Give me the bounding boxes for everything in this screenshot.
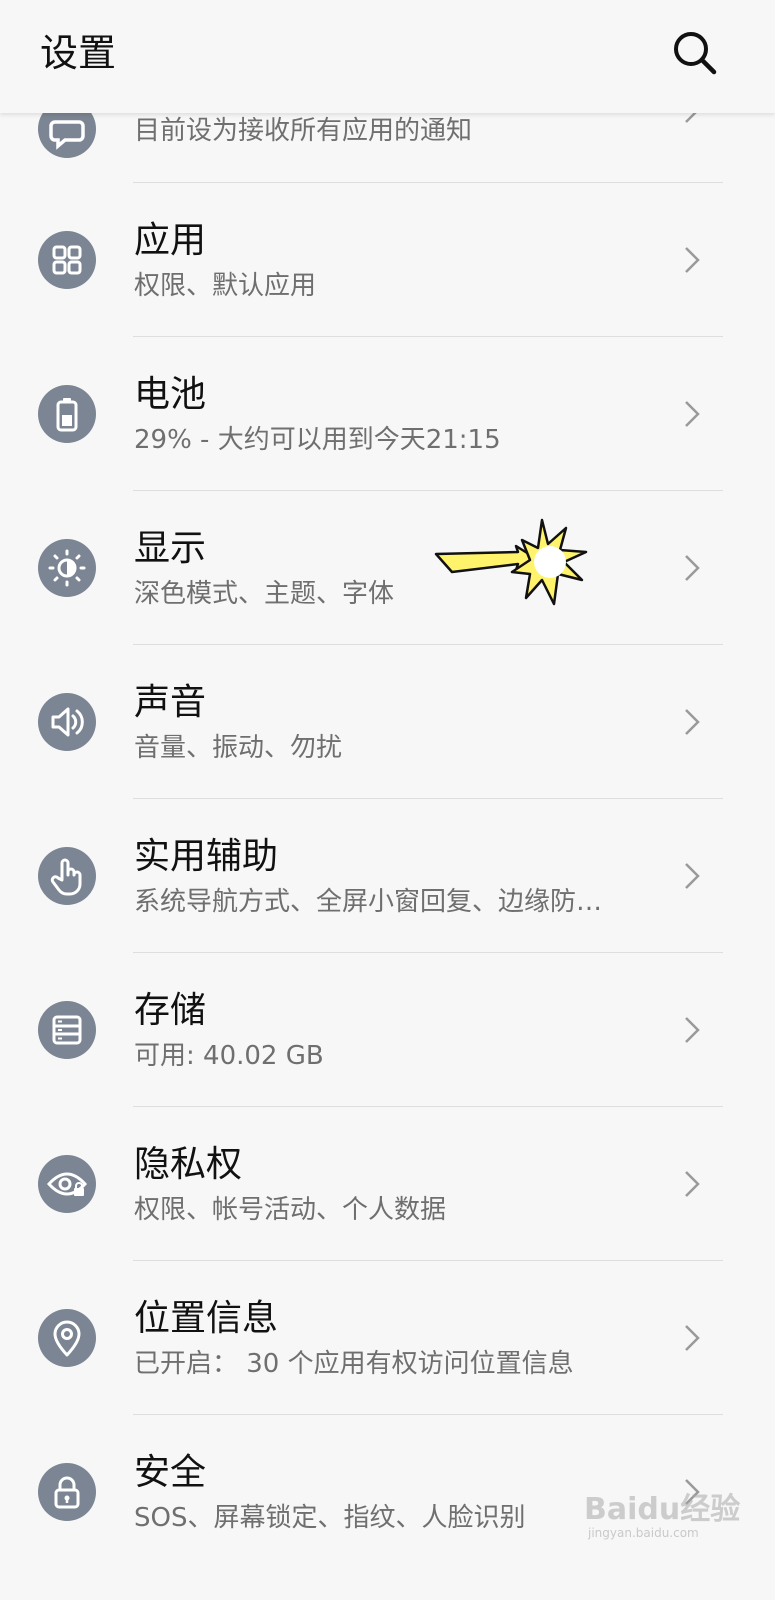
item-title: 声音 bbox=[134, 682, 207, 723]
watermark-text: Baidu经验 bbox=[584, 1492, 741, 1527]
brightness-icon bbox=[38, 539, 96, 597]
battery-icon bbox=[38, 385, 96, 443]
hand-pointer-icon bbox=[38, 847, 96, 905]
item-title: 应用 bbox=[134, 220, 207, 261]
watermark-url: jingyan.baidu.com bbox=[588, 1526, 699, 1540]
item-title: 隐私权 bbox=[134, 1144, 243, 1185]
item-title: 安全 bbox=[134, 1452, 207, 1493]
speaker-icon bbox=[38, 693, 96, 751]
eye-lock-icon bbox=[38, 1155, 96, 1213]
settings-item-location[interactable]: 位置信息 已开启： 30 个应用有权访问位置信息 bbox=[0, 1261, 775, 1415]
settings-screen: 目前设为接收所有应用的通知 应用 权限、默认应用 电池 29% - 大约可以用到… bbox=[0, 0, 775, 1600]
item-title: 电池 bbox=[134, 374, 207, 415]
baidu-watermark: Baidu经验 jingyan.baidu.com bbox=[578, 1482, 741, 1552]
search-button[interactable] bbox=[670, 28, 720, 78]
lock-icon bbox=[38, 1463, 96, 1521]
item-subtitle: 权限、帐号活动、个人数据 bbox=[134, 1195, 447, 1225]
chevron-right-icon bbox=[685, 401, 700, 427]
settings-item-accessibility[interactable]: 实用辅助 系统导航方式、全屏小窗回复、边缘防… bbox=[0, 799, 775, 953]
item-subtitle: 权限、默认应用 bbox=[134, 271, 317, 301]
storage-icon bbox=[38, 1001, 96, 1059]
item-subtitle: 已开启： 30 个应用有权访问位置信息 bbox=[134, 1349, 574, 1379]
item-subtitle: SOS、屏幕锁定、指纹、人脸识别 bbox=[134, 1503, 526, 1533]
app-header: 设置 bbox=[0, 0, 775, 113]
chevron-right-icon bbox=[685, 1325, 700, 1351]
chevron-right-icon bbox=[685, 709, 700, 735]
item-subtitle: 系统导航方式、全屏小窗回复、边缘防… bbox=[134, 887, 603, 917]
item-title: 位置信息 bbox=[134, 1298, 279, 1339]
settings-item-sound[interactable]: 声音 音量、振动、勿扰 bbox=[0, 645, 775, 799]
location-pin-icon bbox=[38, 1309, 96, 1367]
chevron-right-icon bbox=[685, 1017, 700, 1043]
settings-item-display[interactable]: 显示 深色模式、主题、字体 bbox=[0, 491, 775, 645]
chevron-right-icon bbox=[685, 247, 700, 273]
item-subtitle: 29% - 大约可以用到今天21:15 bbox=[134, 425, 501, 455]
item-subtitle: 音量、振动、勿扰 bbox=[134, 733, 343, 763]
item-subtitle: 目前设为接收所有应用的通知 bbox=[134, 116, 473, 146]
item-subtitle: 可用: 40.02 GB bbox=[134, 1041, 324, 1071]
search-icon bbox=[674, 32, 717, 75]
item-title: 实用辅助 bbox=[134, 836, 279, 877]
apps-grid-icon bbox=[38, 231, 96, 289]
item-title: 显示 bbox=[134, 528, 207, 569]
highlight-pointer-arrow bbox=[434, 518, 588, 606]
settings-item-privacy[interactable]: 隐私权 权限、帐号活动、个人数据 bbox=[0, 1107, 775, 1261]
settings-item-storage[interactable]: 存储 可用: 40.02 GB bbox=[0, 953, 775, 1107]
item-title: 存储 bbox=[134, 990, 207, 1031]
chevron-right-icon bbox=[685, 863, 700, 889]
page-title: 设置 bbox=[40, 31, 117, 75]
settings-item-apps[interactable]: 应用 权限、默认应用 bbox=[0, 183, 775, 337]
settings-item-battery[interactable]: 电池 29% - 大约可以用到今天21:15 bbox=[0, 337, 775, 491]
chevron-right-icon bbox=[685, 555, 700, 581]
chevron-right-icon bbox=[685, 1171, 700, 1197]
